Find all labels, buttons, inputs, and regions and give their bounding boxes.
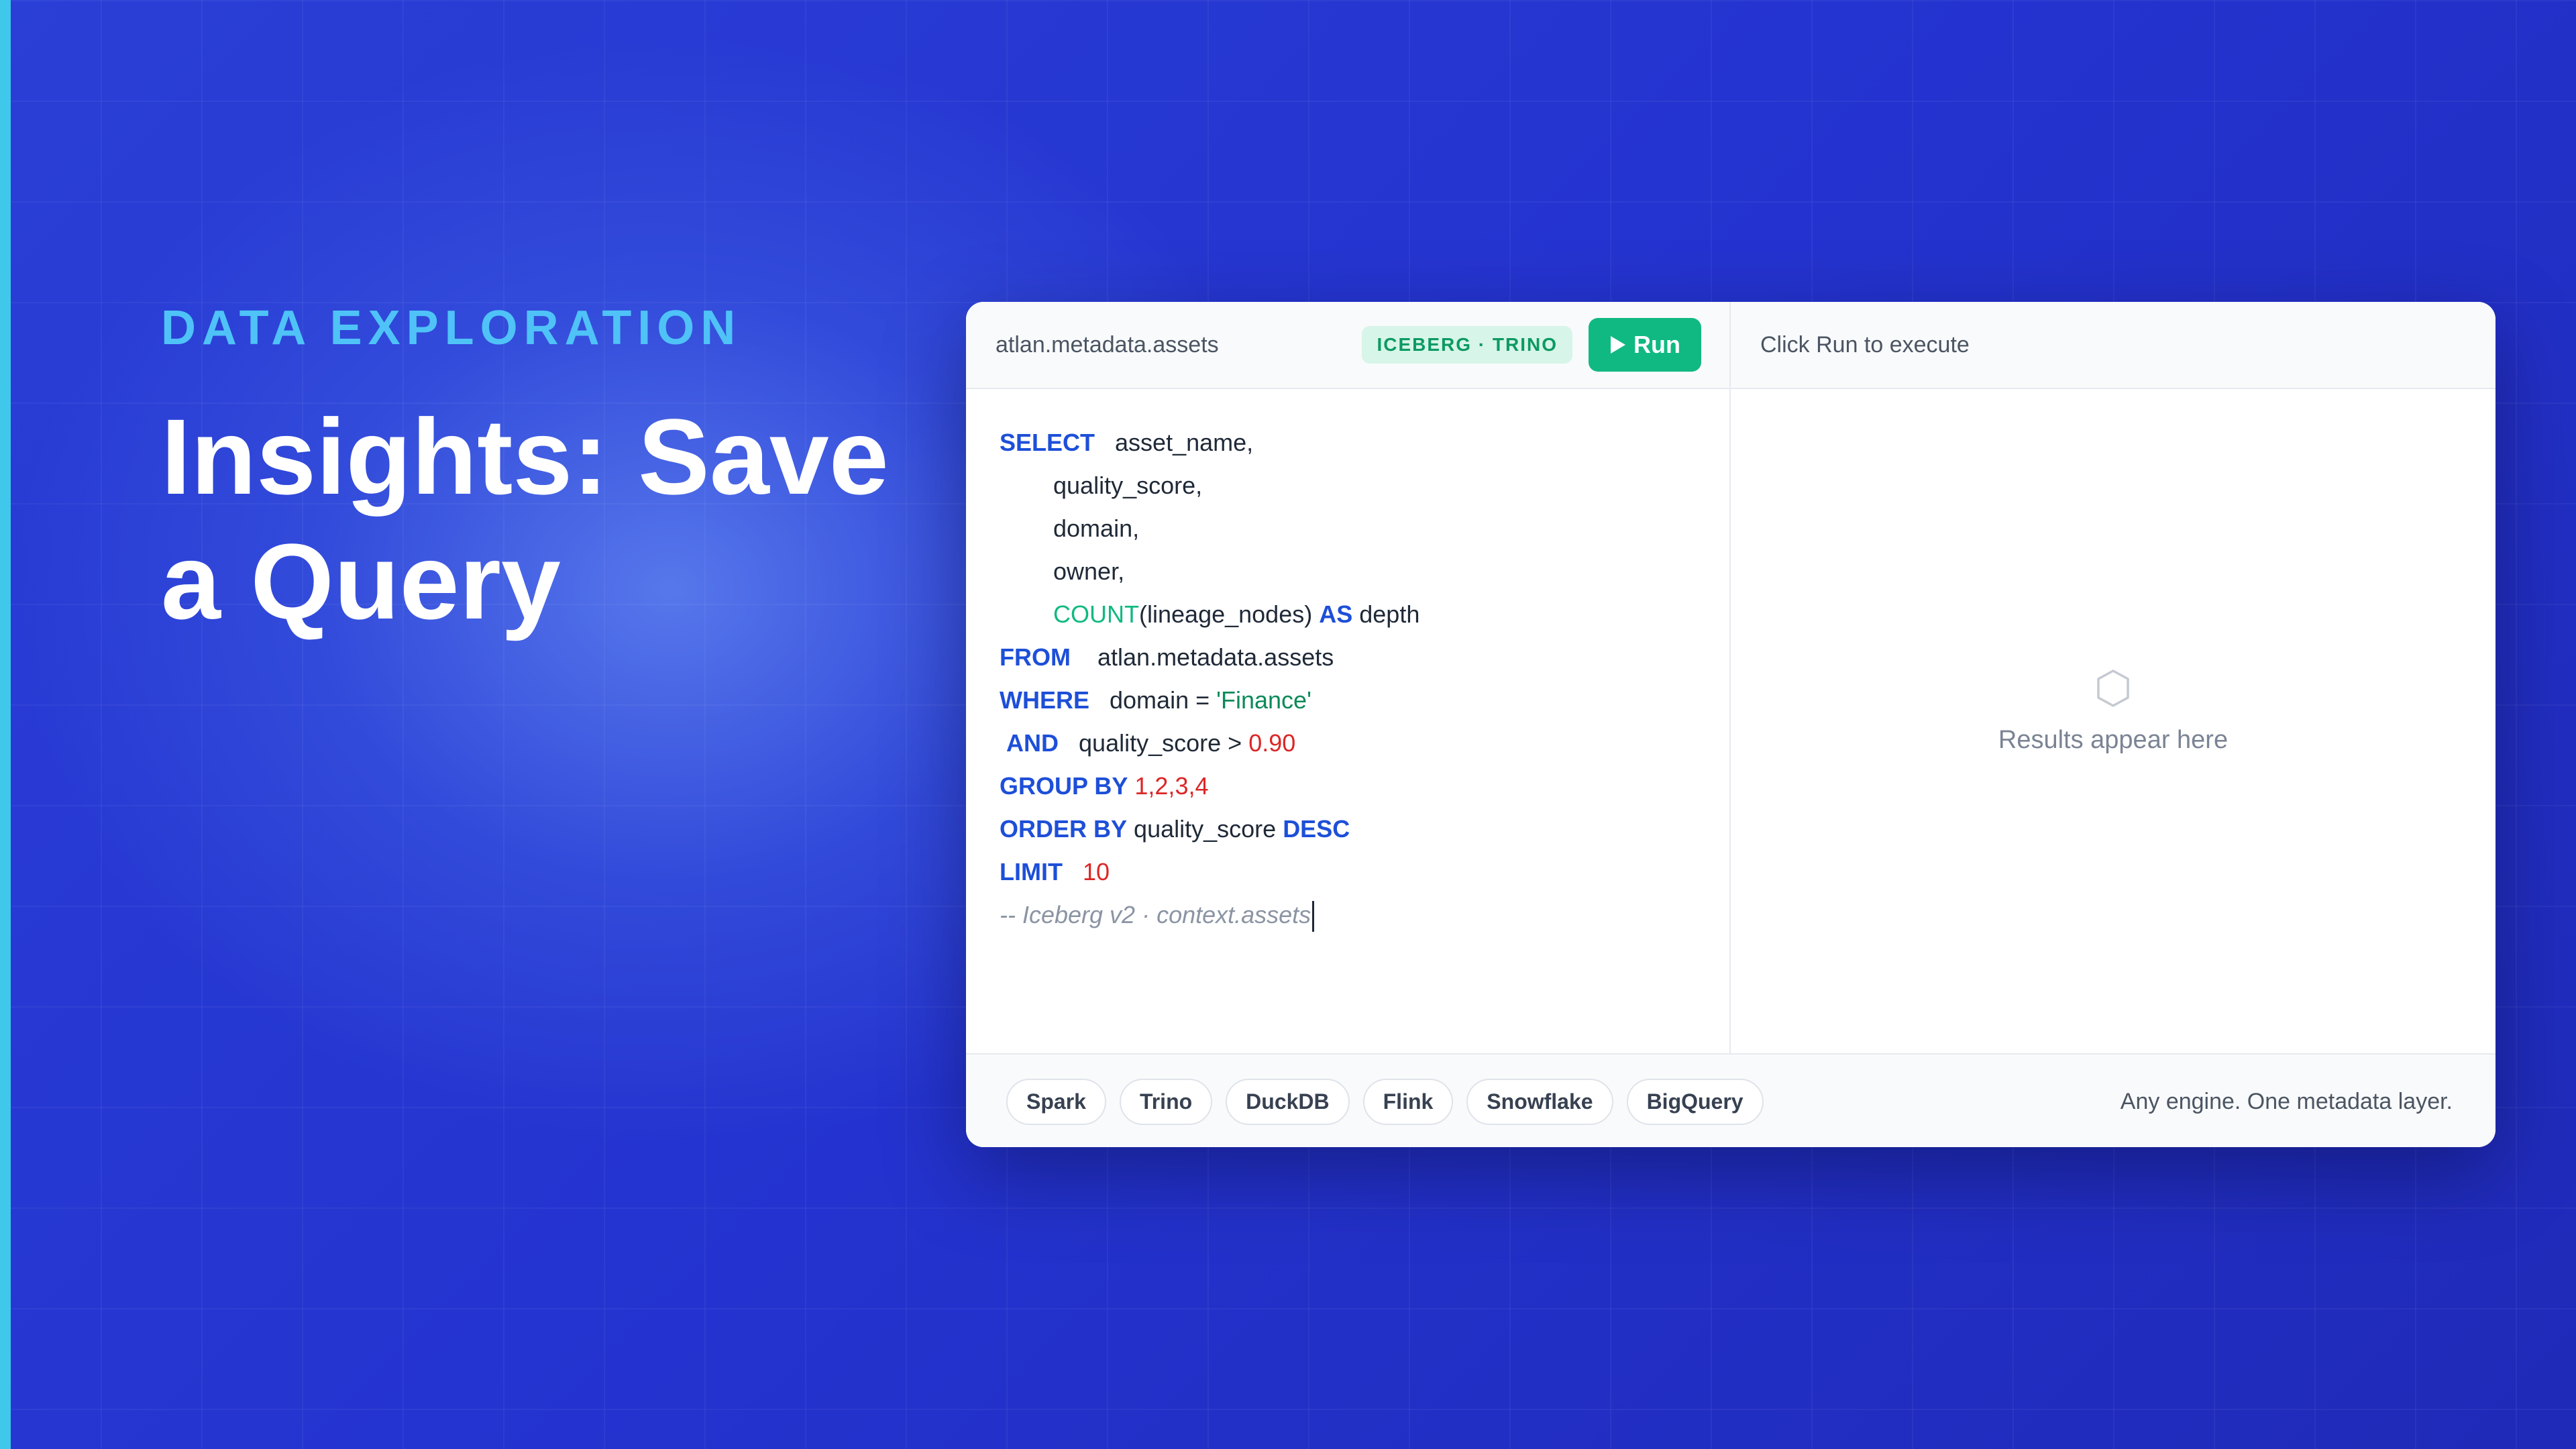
code-line: FROM atlan.metadata.assets <box>1000 636 1711 679</box>
page-title: Insights: Save a Query <box>161 394 966 644</box>
play-icon <box>1611 336 1625 354</box>
query-editor-panel: atlan.metadata.assets ICEBERG · TRINO Ru… <box>966 302 2496 1147</box>
engine-chip-bigquery[interactable]: BigQuery <box>1626 1078 1764 1125</box>
code-line: ORDER BY quality_score DESC <box>1000 808 1711 851</box>
keyword-as: AS <box>1319 600 1353 628</box>
keyword-desc: DESC <box>1283 815 1350 843</box>
code-line: COUNT(lineage_nodes) AS depth <box>1000 593 1711 636</box>
results-hint: Click Run to execute <box>1760 331 1970 358</box>
code-line: AND quality_score > 0.90 <box>1000 722 1711 765</box>
engine-chip-trino[interactable]: Trino <box>1119 1078 1213 1125</box>
code-line: -- Iceberg v2 · context.assets <box>1000 894 1711 936</box>
code-line: owner, <box>1000 550 1711 593</box>
code-token: domain, <box>1053 515 1140 542</box>
page-title-line-1: Insights: Save <box>161 396 889 517</box>
code-comment: -- Iceberg v2 · context.assets <box>1000 901 1311 928</box>
code-token: quality_score <box>1134 815 1277 843</box>
results-header: Click Run to execute <box>1731 302 2496 389</box>
sql-editor[interactable]: SELECT asset_name, quality_score, domain… <box>1000 421 1711 936</box>
code-line: LIMIT 10 <box>1000 851 1711 894</box>
code-line: GROUP BY 1,2,3,4 <box>1000 765 1711 808</box>
engine-footer: Spark Trino DuckDB Flink Snowflake BigQu… <box>966 1053 2496 1147</box>
code-line: quality_score, <box>1000 464 1711 507</box>
code-token: owner, <box>1053 557 1125 585</box>
number-literal: 10 <box>1083 858 1110 885</box>
engine-badge: ICEBERG · TRINO <box>1362 326 1572 364</box>
code-token: atlan.metadata.assets <box>1097 643 1334 671</box>
keyword-and: AND <box>1006 729 1059 757</box>
engine-chip-snowflake[interactable]: Snowflake <box>1466 1078 1613 1125</box>
engine-chip-list: Spark Trino DuckDB Flink Snowflake BigQu… <box>1006 1078 2121 1125</box>
keyword-limit: LIMIT <box>1000 858 1063 885</box>
code-token: quality_score, <box>1053 472 1203 499</box>
results-empty-text: Results appear here <box>1998 725 2229 754</box>
run-button[interactable]: Run <box>1589 318 1701 372</box>
number-literal: 0.90 <box>1248 729 1296 757</box>
footer-tagline: Any engine. One metadata layer. <box>2120 1088 2453 1114</box>
page-title-line-2: a Query <box>161 521 561 641</box>
engine-chip-flink[interactable]: Flink <box>1362 1078 1454 1125</box>
code-token: depth <box>1359 600 1420 628</box>
code-token: (lineage_nodes) <box>1139 600 1313 628</box>
code-token: asset_name, <box>1115 429 1254 456</box>
keyword-order-by: ORDER BY <box>1000 815 1128 843</box>
engine-chip-duckdb[interactable]: DuckDB <box>1226 1078 1350 1125</box>
keyword-from: FROM <box>1000 643 1071 671</box>
code-line: WHERE domain = 'Finance' <box>1000 679 1711 722</box>
number-literal: 1,2,3,4 <box>1134 772 1209 800</box>
string-literal: 'Finance' <box>1216 686 1311 714</box>
code-line: domain, <box>1000 507 1711 550</box>
results-empty-state: Results appear here <box>1731 388 2496 1053</box>
engine-chip-spark[interactable]: Spark <box>1006 1078 1106 1125</box>
editor-header: atlan.metadata.assets ICEBERG · TRINO Ru… <box>966 302 1729 389</box>
table-name: atlan.metadata.assets <box>996 331 1219 358</box>
function-count: COUNT <box>1053 600 1140 628</box>
keyword-where: WHERE <box>1000 686 1089 714</box>
hexagon-icon <box>2097 669 2129 707</box>
run-button-label: Run <box>1633 331 1680 358</box>
left-accent-bar <box>0 0 11 1449</box>
code-line: SELECT asset_name, <box>1000 421 1711 464</box>
section-eyebrow: DATA EXPLORATION <box>161 301 742 355</box>
code-token: quality_score > <box>1079 729 1249 757</box>
text-cursor <box>1312 901 1315 932</box>
code-token: domain = <box>1110 686 1217 714</box>
keyword-group-by: GROUP BY <box>1000 772 1128 800</box>
keyword-select: SELECT <box>1000 429 1095 456</box>
